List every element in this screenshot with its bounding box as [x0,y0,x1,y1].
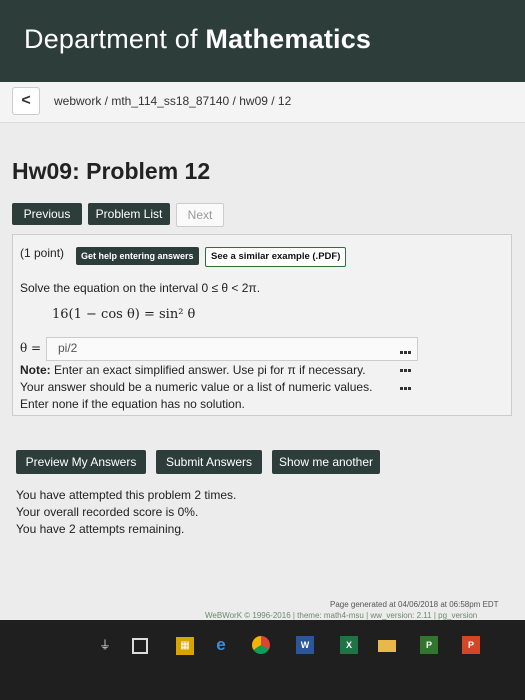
note-line-3: Enter none if the equation has no soluti… [20,397,245,411]
points-label: (1 point) [20,246,65,260]
equation: 16(1 − cos θ) = sin² θ [52,307,196,322]
attempts-text: You have attempted this problem 2 times. [16,488,237,502]
breadcrumb[interactable]: webwork / mth_114_ss18_87140 / hw09 / 12 [54,94,291,108]
note-bold: Note: [20,363,51,377]
previous-button[interactable]: Previous [12,203,82,225]
score-text: Your overall recorded score is 0%. [16,505,199,519]
generated-timestamp: Page generated at 04/06/2018 at 06:58pm … [330,600,499,609]
answer-label: θ = [20,341,42,355]
note-line-2: Your answer should be a numeric value or… [20,380,373,394]
next-button[interactable]: Next [176,203,224,227]
edge-icon[interactable]: e [212,636,230,654]
answer-input[interactable] [46,337,418,361]
help-entering-answers-button[interactable]: Get help entering answers [76,247,199,265]
remaining-text: You have 2 attempts remaining. [16,522,185,536]
site-header: Department of Mathematics [0,0,525,82]
department-title: Department of Mathematics [24,24,371,55]
store-icon[interactable]: ▦ [176,637,194,655]
show-another-button[interactable]: Show me another [272,450,380,474]
submit-answers-button[interactable]: Submit Answers [156,450,262,474]
powerpoint-icon[interactable]: P [462,636,480,654]
tablet-icon[interactable] [132,638,148,654]
equation-editor-icon[interactable] [400,342,414,390]
problem-list-button[interactable]: Problem List [88,203,170,225]
note-line-1: Note: Enter an exact simplified answer. … [20,363,366,377]
back-button[interactable]: < [12,87,40,115]
instruction-text: Solve the equation on the interval 0 ≤ θ… [20,281,261,295]
note-text: Enter an exact simplified answer. Use pi… [54,363,366,377]
answer-value[interactable]: pi/2 [58,341,77,355]
credits-footer[interactable]: WeBWorK © 1996-2016 | theme: math4-msu |… [205,611,477,620]
file-explorer-icon[interactable] [378,640,396,652]
page-title: Hw09: Problem 12 [12,158,211,184]
similar-example-button[interactable]: See a similar example (.PDF) [205,247,347,267]
chrome-icon[interactable] [252,636,270,654]
excel-icon[interactable]: X [340,636,358,654]
word-icon[interactable]: W [296,636,314,654]
taskbar [0,620,525,700]
dept-name: Mathematics [205,24,372,54]
dept-prefix: Department of [24,24,198,54]
preview-answers-button[interactable]: Preview My Answers [16,450,146,474]
project-icon[interactable]: P [420,636,438,654]
usb-icon[interactable]: ⏚ [96,636,114,654]
